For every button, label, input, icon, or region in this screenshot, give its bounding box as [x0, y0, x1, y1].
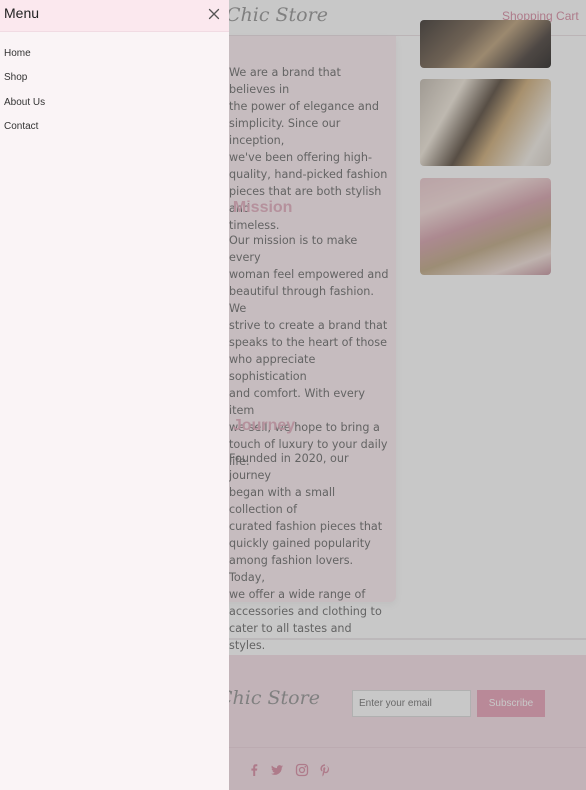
menu-item-shop[interactable]: Shop	[4, 72, 27, 83]
menu-item-home[interactable]: Home	[4, 48, 31, 59]
menu-item-contact[interactable]: Contact	[4, 121, 38, 132]
close-icon[interactable]	[207, 7, 221, 21]
side-menu-drawer: Menu Home Shop About Us Contact	[0, 0, 229, 790]
menu-header: Menu	[0, 0, 229, 32]
menu-title: Menu	[4, 5, 40, 21]
menu-item-about-us[interactable]: About Us	[4, 97, 45, 108]
